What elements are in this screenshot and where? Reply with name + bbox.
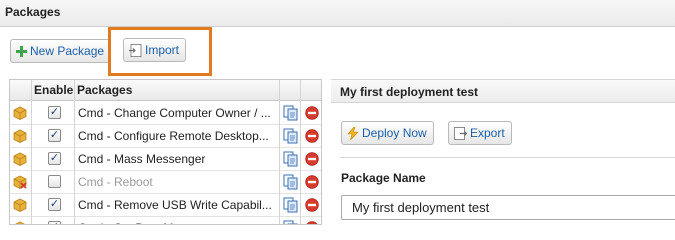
table-row[interactable]: ✓ Cmd - Remove USB Write Capabil... bbox=[10, 194, 321, 217]
delete-icon[interactable] bbox=[305, 198, 319, 215]
export-icon bbox=[454, 126, 467, 140]
delete-icon[interactable] bbox=[305, 129, 319, 146]
import-icon bbox=[129, 43, 142, 57]
column-header-packages: Packages bbox=[77, 83, 133, 97]
column-header-enable: Enable bbox=[34, 83, 74, 97]
new-package-label: New Package bbox=[30, 44, 105, 58]
enable-checkbox[interactable]: ✓ bbox=[48, 198, 61, 211]
page-title: Packages bbox=[5, 5, 61, 19]
package-box-icon bbox=[13, 152, 27, 169]
enable-checkbox[interactable]: ✓ bbox=[48, 152, 61, 165]
enable-checkbox[interactable] bbox=[48, 175, 61, 188]
package-name[interactable]: Cmd - Reboot bbox=[78, 175, 279, 189]
package-name[interactable]: Cmd - Configure Remote Desktop... bbox=[78, 129, 279, 143]
table-row[interactable]: ✓ Cmd - Mass Messenger bbox=[10, 148, 321, 171]
edit-document-icon[interactable] bbox=[283, 174, 299, 193]
detail-title: My first deployment test bbox=[340, 85, 479, 99]
edit-document-icon[interactable] bbox=[283, 128, 299, 147]
package-box-icon bbox=[13, 221, 27, 224]
package-name[interactable]: Cmd - Remove USB Write Capabil... bbox=[78, 198, 279, 212]
deploy-now-label: Deploy Now bbox=[362, 126, 427, 140]
enable-checkbox[interactable]: ✓ bbox=[48, 129, 61, 142]
table-header: Enable Packages bbox=[10, 80, 321, 101]
table-row[interactable]: ✓ Cmd - Change Computer Owner / ... bbox=[10, 102, 321, 125]
delete-icon[interactable] bbox=[305, 221, 319, 224]
edit-document-icon[interactable] bbox=[283, 220, 299, 224]
edit-document-icon[interactable] bbox=[283, 105, 299, 124]
table-row[interactable]: ✓ Cmd - Set Boot M... bbox=[10, 217, 321, 224]
package-name[interactable]: Cmd - Mass Messenger bbox=[78, 152, 279, 166]
package-name[interactable]: Cmd - Change Computer Owner / ... bbox=[78, 106, 279, 120]
enable-checkbox[interactable]: ✓ bbox=[48, 106, 61, 119]
edit-document-icon[interactable] bbox=[283, 197, 299, 216]
export-label: Export bbox=[470, 126, 505, 140]
package-box-disabled-icon bbox=[13, 175, 27, 192]
package-box-icon bbox=[13, 129, 27, 146]
plus-icon bbox=[16, 45, 27, 57]
package-name-field[interactable] bbox=[341, 195, 675, 220]
detail-divider bbox=[340, 157, 675, 158]
export-button[interactable]: Export bbox=[448, 121, 512, 145]
table-row[interactable]: ✓ Cmd - Configure Remote Desktop... bbox=[10, 125, 321, 148]
table-row[interactable]: Cmd - Reboot bbox=[10, 171, 321, 194]
edit-document-icon[interactable] bbox=[283, 151, 299, 170]
import-button[interactable]: Import bbox=[123, 38, 187, 62]
delete-icon[interactable] bbox=[305, 106, 319, 123]
deploy-now-button[interactable]: Deploy Now bbox=[341, 121, 434, 145]
lightning-icon bbox=[347, 126, 359, 140]
panel-header: Packages bbox=[0, 0, 675, 27]
detail-header: My first deployment test bbox=[331, 79, 675, 103]
package-name-label: Package Name bbox=[341, 171, 426, 185]
import-label: Import bbox=[145, 43, 180, 57]
new-package-button[interactable]: New Package bbox=[10, 39, 112, 63]
packages-table: Enable Packages ✓ Cmd - Change Computer … bbox=[9, 79, 322, 225]
delete-icon[interactable] bbox=[305, 152, 319, 169]
delete-icon[interactable] bbox=[305, 175, 319, 192]
package-box-icon bbox=[13, 106, 27, 123]
enable-checkbox[interactable]: ✓ bbox=[48, 221, 61, 224]
package-box-icon bbox=[13, 198, 27, 215]
package-name[interactable]: Cmd - Set Boot M... bbox=[78, 221, 279, 224]
